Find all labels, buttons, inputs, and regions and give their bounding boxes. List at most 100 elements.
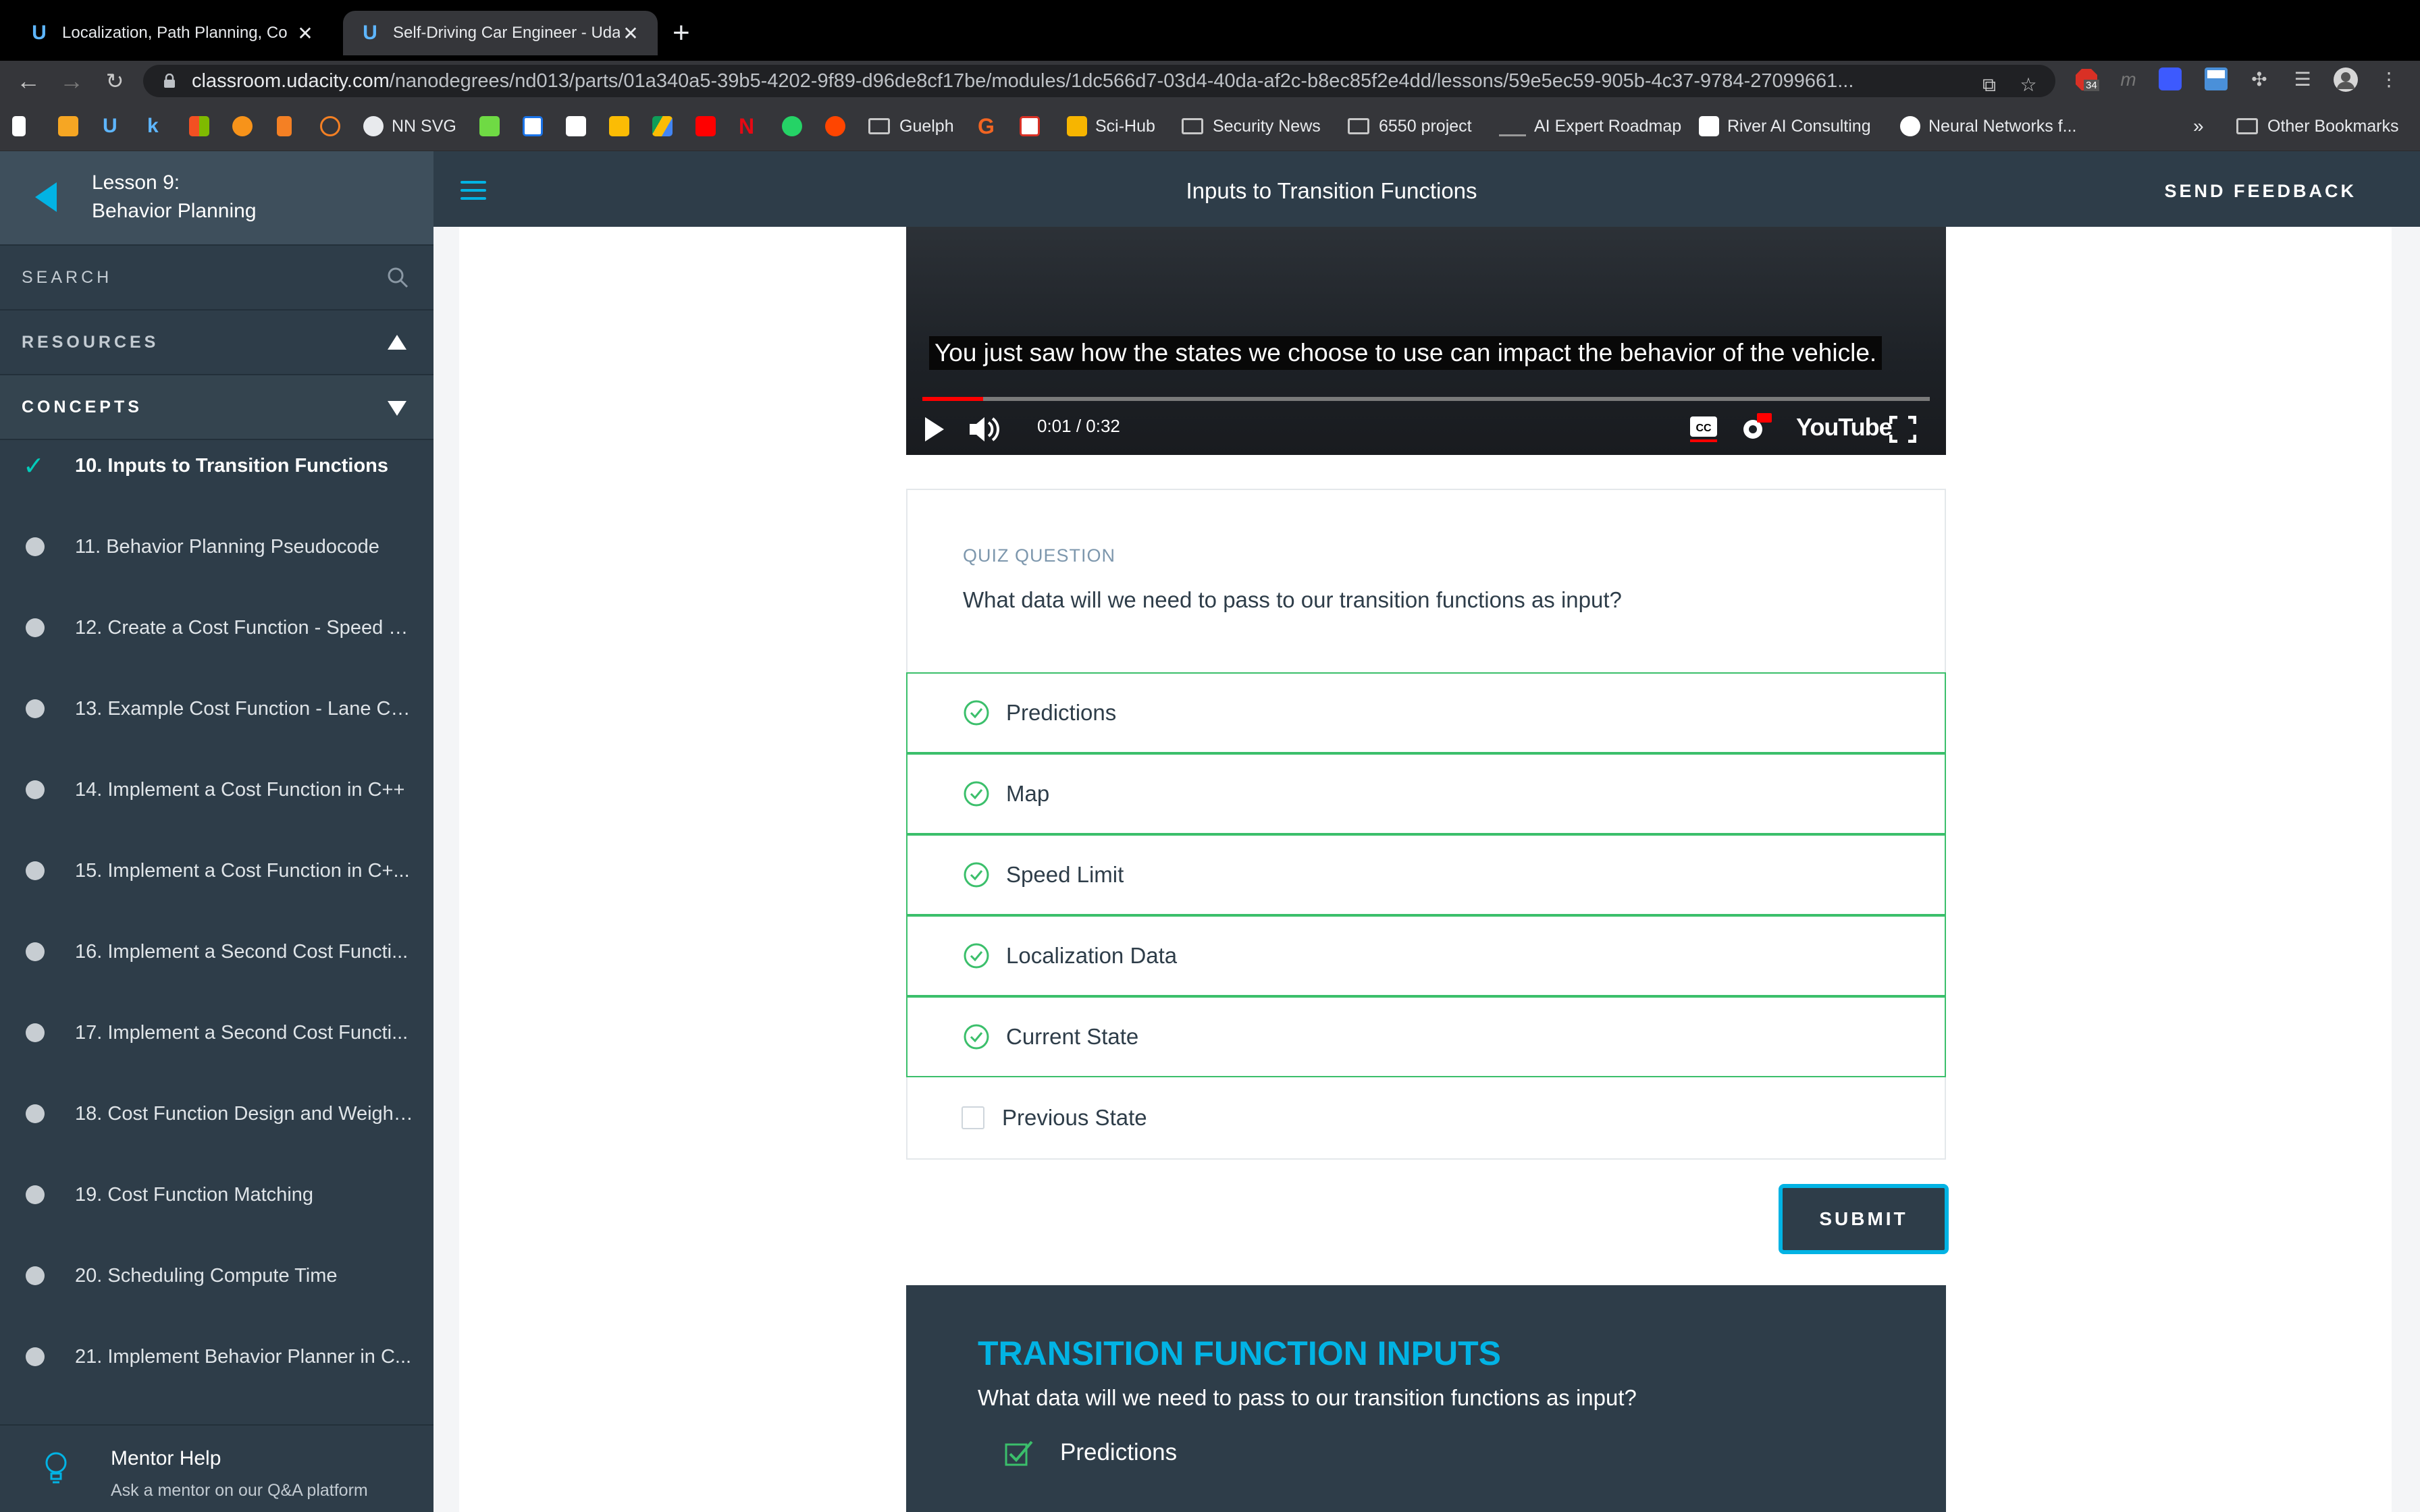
concept-item-11[interactable]: 11. Behavior Planning Pseudocode bbox=[0, 506, 433, 587]
bookmark-icon-only[interactable] bbox=[1020, 115, 1048, 138]
browser-menu-icon[interactable]: ⋮ bbox=[2377, 68, 2401, 92]
concept-item-13[interactable]: 13. Example Cost Function - Lane Ch... bbox=[0, 668, 433, 749]
bookmark-river-ai[interactable]: River AI Consulting bbox=[1699, 115, 1871, 138]
scihub-icon bbox=[1067, 116, 1087, 136]
page-title: Inputs to Transition Functions bbox=[1186, 178, 1477, 203]
concept-item-18[interactable]: 18. Cost Function Design and Weight... bbox=[0, 1073, 433, 1154]
incomplete-dot-icon bbox=[26, 618, 45, 637]
new-tab-icon[interactable]: + bbox=[673, 16, 690, 50]
quiz-option[interactable]: Map bbox=[906, 753, 1946, 834]
profile-avatar[interactable] bbox=[2334, 68, 2358, 92]
other-bookmarks[interactable]: Other Bookmarks bbox=[2236, 115, 2399, 138]
play-icon[interactable] bbox=[922, 416, 947, 443]
k-bookmark-icon[interactable]: k bbox=[147, 115, 159, 138]
send-feedback-button[interactable]: SEND FEEDBACK bbox=[2164, 181, 2357, 202]
submit-button[interactable]: SUBMIT bbox=[1779, 1184, 1949, 1254]
settings-gear-icon[interactable] bbox=[1739, 412, 1773, 443]
checked-box-icon bbox=[1005, 1440, 1033, 1466]
roadmap-icon bbox=[1499, 116, 1526, 136]
sidebar-resources[interactable]: RESOURCES bbox=[0, 310, 433, 375]
bookmark-folder-security-news[interactable]: Security News bbox=[1182, 115, 1321, 138]
medium-bookmark-icon[interactable] bbox=[566, 115, 594, 138]
bookmark-folder-guelph[interactable]: Guelph bbox=[868, 115, 954, 138]
quiz-option[interactable]: Predictions bbox=[906, 672, 1946, 753]
address-bar[interactable]: classroom.udacity.com/nanodegrees/nd013/… bbox=[143, 65, 2055, 97]
volume-icon[interactable] bbox=[968, 414, 1001, 444]
concept-item-19[interactable]: 19. Cost Function Matching bbox=[0, 1154, 433, 1235]
check-circle-icon bbox=[964, 700, 989, 726]
extension-badge: 34 bbox=[2084, 80, 2099, 91]
youtube-bookmark-icon[interactable] bbox=[695, 115, 724, 138]
bookmark-folder-6550-project[interactable]: 6550 project bbox=[1348, 115, 1472, 138]
whatsapp-bookmark-icon[interactable] bbox=[782, 115, 810, 138]
checkbox[interactable] bbox=[962, 1106, 984, 1129]
quiz-option[interactable]: Localization Data bbox=[906, 915, 1946, 996]
concept-item-21[interactable]: 21. Implement Behavior Planner in C... bbox=[0, 1316, 433, 1397]
sidebar-search[interactable]: SEARCH bbox=[0, 246, 433, 310]
browser-tab[interactable]: U Localization, Path Planning, Co ✕ bbox=[12, 11, 332, 55]
concept-item-10[interactable]: ✓ 10. Inputs to Transition Functions bbox=[0, 425, 433, 506]
puzzle-extensions-icon[interactable]: ✣ bbox=[2247, 68, 2271, 92]
reload-icon[interactable]: ↻ bbox=[100, 66, 130, 96]
extension-icon[interactable] bbox=[2158, 68, 2182, 92]
video-player[interactable]: You just saw how the states we choose to… bbox=[906, 227, 1946, 455]
adblock-extension-icon[interactable]: 34 bbox=[2074, 68, 2099, 92]
bookmarks-overflow-icon[interactable]: » bbox=[2193, 115, 2204, 138]
bitcoin-bookmark-icon[interactable] bbox=[232, 115, 261, 138]
microsoft-bookmark-icon[interactable] bbox=[189, 115, 217, 138]
solution-item-label: Predictions bbox=[1060, 1439, 1178, 1465]
back-triangle-icon[interactable] bbox=[35, 182, 57, 212]
checkmark-icon: ✓ bbox=[23, 452, 45, 481]
media-controls-icon[interactable]: ☰ bbox=[2290, 68, 2315, 92]
incomplete-dot-icon bbox=[26, 1023, 45, 1042]
fullscreen-icon[interactable] bbox=[1889, 416, 1916, 443]
udacity-bookmark-icon[interactable]: U bbox=[103, 115, 117, 138]
g-bookmark-icon[interactable]: G bbox=[978, 114, 995, 138]
extension-icon[interactable] bbox=[2204, 68, 2228, 92]
check-circle-icon bbox=[964, 1024, 989, 1050]
netflix-bookmark-icon[interactable]: N bbox=[739, 114, 754, 138]
lesson-header[interactable]: Lesson 9: Behavior Planning bbox=[0, 151, 433, 246]
video-progress-bar[interactable] bbox=[922, 397, 1930, 401]
bookmark-nn-svg[interactable]: NN SVG bbox=[363, 115, 456, 138]
reddit-bookmark-icon[interactable] bbox=[825, 115, 853, 138]
bookmark-icon-only[interactable] bbox=[12, 115, 34, 138]
google-drive-bookmark-icon[interactable] bbox=[652, 115, 681, 138]
m-extension-icon[interactable]: m bbox=[2116, 68, 2140, 92]
quiz-option[interactable]: Current State bbox=[906, 996, 1946, 1077]
concept-item-14[interactable]: 14. Implement a Cost Function in C++ bbox=[0, 749, 433, 830]
concept-item-16[interactable]: 16. Implement a Second Cost Functi... bbox=[0, 911, 433, 992]
closed-captions-icon[interactable]: CC bbox=[1689, 416, 1718, 443]
incomplete-dot-icon bbox=[26, 1185, 45, 1204]
quiz-option[interactable]: Speed Limit bbox=[906, 834, 1946, 915]
youtube-logo[interactable]: YouTube bbox=[1796, 413, 1893, 441]
bookmark-icon-only[interactable] bbox=[523, 115, 551, 138]
close-tab-icon[interactable]: ✕ bbox=[294, 22, 316, 45]
forward-arrow-icon[interactable]: → bbox=[57, 66, 86, 96]
bookmark-neural-networks[interactable]: Neural Networks f... bbox=[1900, 115, 2077, 138]
concept-item-20[interactable]: 20. Scheduling Compute Time bbox=[0, 1235, 433, 1316]
bookmark-icon-only[interactable] bbox=[320, 115, 348, 138]
incomplete-dot-icon bbox=[26, 780, 45, 799]
bookmark-sci-hub[interactable]: Sci-Hub bbox=[1067, 115, 1155, 138]
open-external-icon[interactable]: ⧉ bbox=[1977, 73, 2001, 97]
browser-tabstrip: U Localization, Path Planning, Co ✕ U Se… bbox=[0, 0, 2420, 61]
mentor-help[interactable]: Mentor Help Ask a mentor on our Q&A plat… bbox=[0, 1424, 433, 1512]
incomplete-dot-icon bbox=[26, 1347, 45, 1366]
browser-tab-active[interactable]: U Self-Driving Car Engineer - Uda ✕ bbox=[343, 11, 658, 55]
expand-triangle-icon bbox=[388, 401, 406, 416]
tab-title: Self-Driving Car Engineer - Uda bbox=[393, 24, 620, 42]
stackoverflow-bookmark-icon[interactable] bbox=[277, 115, 300, 138]
bookmark-ai-expert-roadmap[interactable]: AI Expert Roadmap bbox=[1499, 115, 1681, 138]
concept-item-12[interactable]: 12. Create a Cost Function - Speed P... bbox=[0, 587, 433, 668]
concept-item-15[interactable]: 15. Implement a Cost Function in C+... bbox=[0, 830, 433, 911]
back-arrow-icon[interactable]: ← bbox=[14, 66, 43, 96]
quiz-option[interactable]: Previous State bbox=[906, 1077, 1946, 1158]
bookmark-star-icon[interactable]: ☆ bbox=[2016, 73, 2041, 97]
upwork-bookmark-icon[interactable] bbox=[479, 115, 508, 138]
tab-title: Localization, Path Planning, Co bbox=[62, 24, 288, 42]
concept-item-17[interactable]: 17. Implement a Second Cost Functi... bbox=[0, 992, 433, 1073]
bookmark-icon-only[interactable] bbox=[609, 115, 637, 138]
bookmark-icon-only[interactable] bbox=[58, 115, 86, 138]
close-tab-icon[interactable]: ✕ bbox=[620, 22, 641, 45]
